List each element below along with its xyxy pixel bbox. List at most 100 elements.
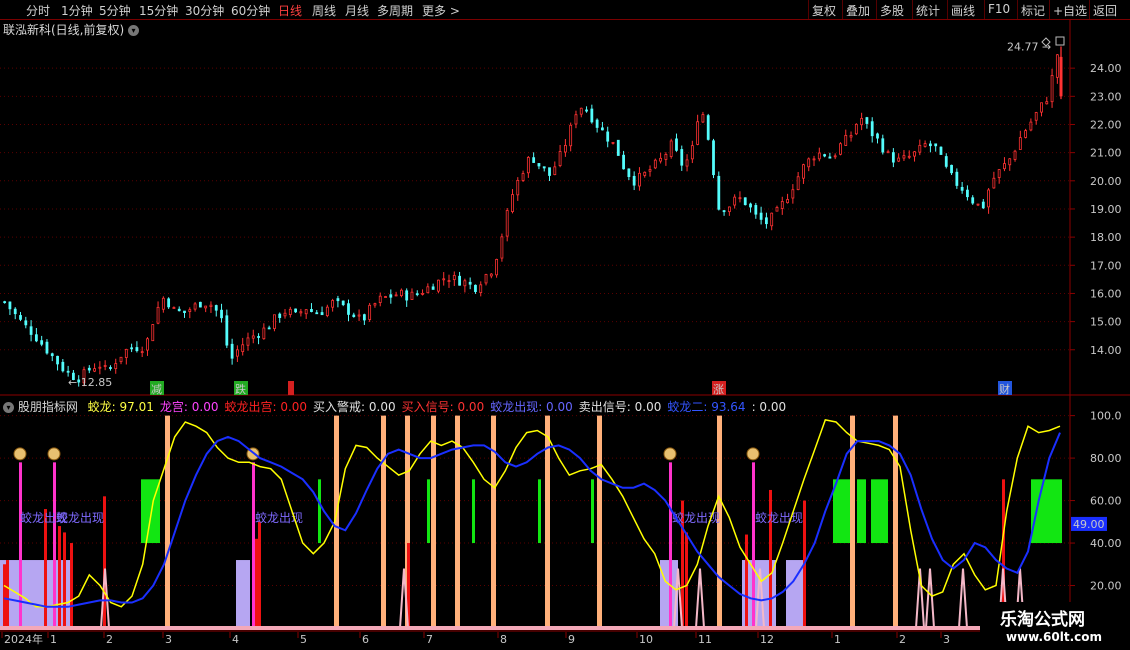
candle-body [431,286,435,290]
candle-body [310,309,313,312]
signal-bar [893,415,898,628]
candle-body [791,189,795,199]
candle-body [325,306,329,316]
candle-body [437,279,440,292]
candle-body [569,124,573,147]
candle-body [812,158,816,161]
candle-body [24,320,28,326]
magenta-signal-bar [19,462,22,628]
candle-body [638,172,641,187]
panel-toggle-icon [1055,36,1065,46]
candle-body [220,309,223,319]
time-label: 11 [698,633,712,646]
candle-body [257,336,260,338]
buy-zone-thin [591,479,594,544]
candle-body [685,159,689,167]
candle-body [955,171,959,186]
candle-body [558,151,562,167]
candle-body [680,149,684,166]
candle-body [590,108,594,123]
time-label: 3 [943,633,950,646]
candle-body [331,300,335,308]
candle-body [601,127,604,131]
candle-body [484,274,488,284]
candles [3,54,1059,387]
candle-body [823,154,826,157]
candle-body [627,168,631,178]
candle-body [1018,137,1022,150]
red-signal-bar [63,532,66,628]
candle-body [696,121,700,145]
red-signal-bar [44,509,47,628]
candle-body [56,355,59,365]
candle-body [87,367,91,371]
candle-body [876,133,879,139]
buy-zone-thin [318,479,321,544]
event-marker-label: 财 [999,382,1010,396]
dragon-zone [236,560,250,628]
time-label: 2 [899,633,906,646]
candle-body [146,338,149,351]
signal-bar [165,415,170,628]
jiaolong-line [3,419,1061,608]
money-bag-icon [663,447,677,461]
candle-body [236,349,239,357]
time-label: 2024年 [4,632,43,646]
candle-body [410,291,414,300]
candle-body [1029,121,1033,131]
stock-chart[interactable]: 24.00 23.00 22.00 21.00 20.00 19.00 18.00 17.00… [0,0,1130,650]
candle-body [183,310,186,314]
candle-body [109,367,112,369]
price-tick-label: 15.00 [1090,316,1122,329]
time-label: 7 [426,633,433,646]
candle-body [648,169,652,172]
candle-body [161,297,165,310]
candle-body [928,143,932,147]
red-signal-bar [6,560,9,628]
candle-body [426,286,430,294]
signal-bar [597,415,602,628]
candle-body [659,157,663,162]
candle-body [653,159,657,169]
candle-body [870,121,874,137]
candle-body [606,131,610,142]
candle-body [262,327,266,340]
candle-body [283,312,287,317]
red-signal-bar [58,526,61,628]
candle-body [378,295,382,303]
candle-body [442,278,446,281]
candle-body [918,144,922,153]
candle-body [1034,112,1038,121]
candle-body [167,298,171,308]
candle-body [8,301,12,310]
candle-body [579,107,583,115]
candle-body [1050,75,1054,103]
candle-body [389,294,393,298]
price-tick-label: 14.00 [1090,344,1122,357]
time-label: 8 [500,633,507,646]
candle-body [563,144,567,153]
candle-body [902,155,906,159]
candle-body [897,157,901,162]
candle-body [61,361,65,372]
candle-body [664,154,668,160]
pink-spike [925,568,935,629]
candle-body [907,155,911,158]
candle-body [1008,158,1012,166]
candle-body [66,370,70,373]
red-signal-bar [258,521,261,628]
candle-body [193,303,197,310]
event-marker-label: 跌 [235,382,246,396]
candle-body [1003,163,1006,170]
buy-zone [833,479,850,544]
red-signal-bar [70,543,73,628]
candle-body [151,324,155,342]
price-tick-label: 24.00 [1090,62,1122,75]
candle-body [833,155,837,158]
buy-zone-thin [538,479,541,544]
candle-body [532,157,536,163]
candle-body [881,138,885,153]
candle-body [574,114,578,125]
pink-spike [958,568,968,629]
time-label: 3 [165,633,172,646]
